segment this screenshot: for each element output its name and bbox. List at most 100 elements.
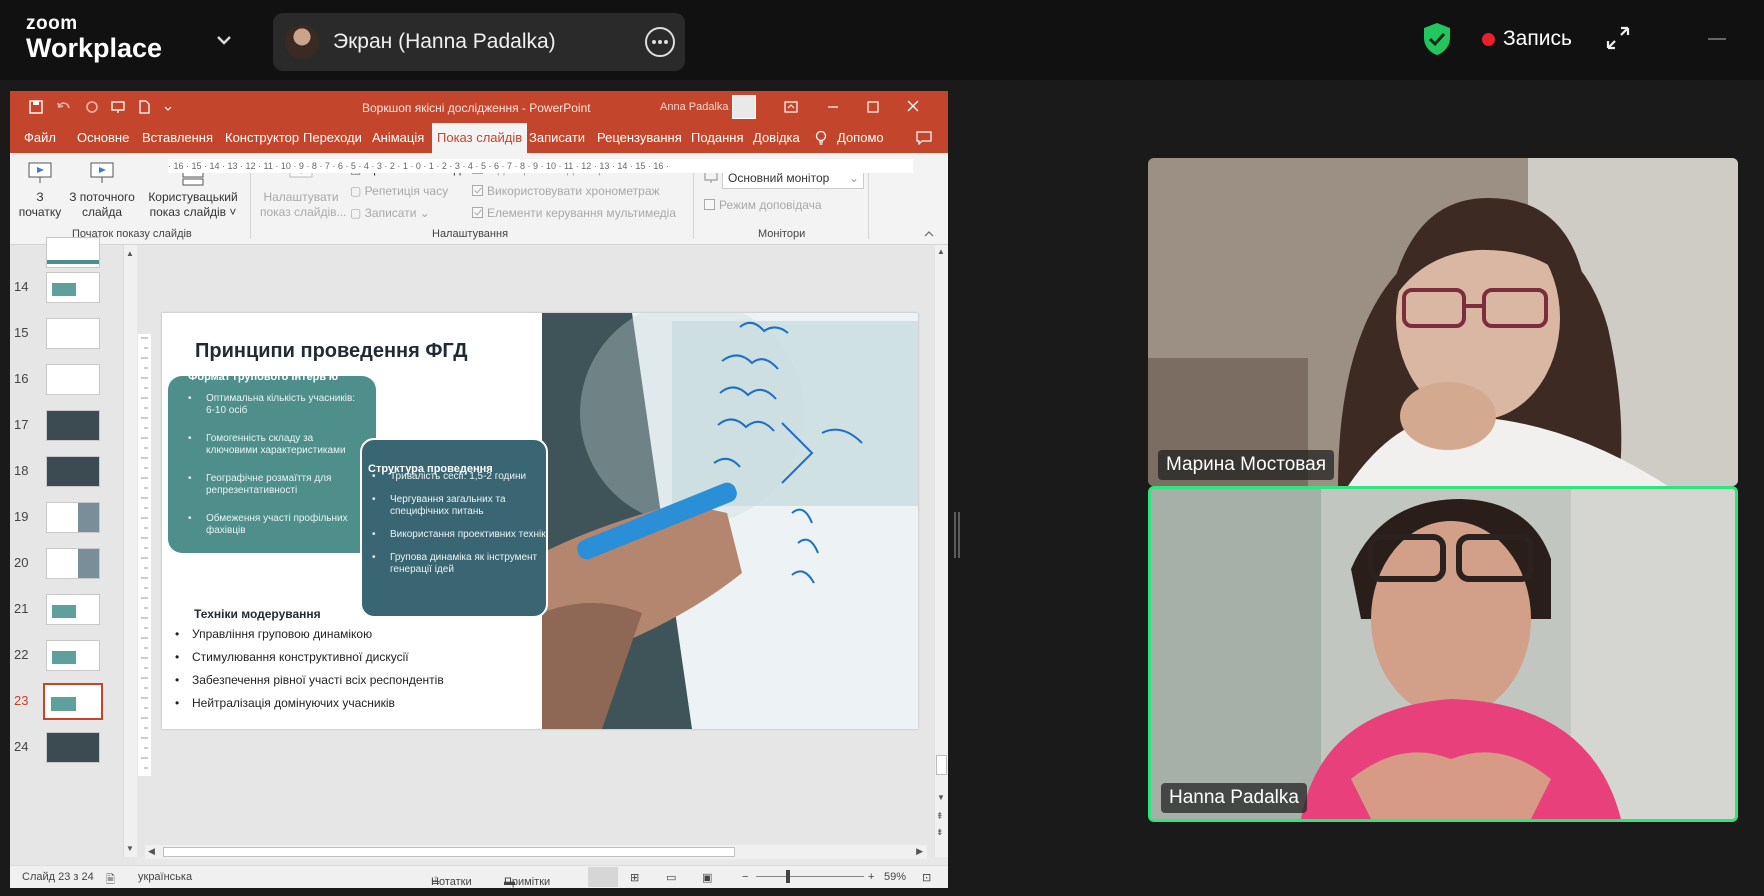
- minimize-icon[interactable]: [1708, 38, 1726, 40]
- window-maximize-icon[interactable]: [862, 97, 884, 117]
- zoom-level[interactable]: 59%: [884, 871, 906, 883]
- zoom-in-icon[interactable]: +: [868, 871, 874, 883]
- zoom-slider-handle[interactable]: [786, 870, 790, 883]
- document-title: Воркшоп якісні дослідження - PowerPoint: [362, 101, 591, 115]
- normal-view-icon[interactable]: [588, 867, 618, 887]
- customize-qat-icon[interactable]: [160, 99, 176, 115]
- editor-vertical-scrollbar[interactable]: ▲ ▼ ⇞ ⇟: [935, 245, 948, 857]
- presenter-view-checkbox[interactable]: Режим доповідача: [704, 197, 822, 213]
- slide-thumbnail-15[interactable]: [46, 318, 100, 349]
- tab-review[interactable]: Рецензування: [592, 123, 687, 153]
- ribbon-display-icon[interactable]: [780, 97, 802, 117]
- show-media-label: Елементи керування мультимедіа: [487, 206, 676, 220]
- use-timings-checkbox[interactable]: Використовувати хронометраж: [472, 183, 660, 199]
- tab-transitions[interactable]: Переходи: [298, 123, 367, 153]
- slide-thumbnail-23[interactable]: [43, 683, 103, 720]
- structure-list: Тривалість сесії: 1,5-2 години Чергуванн…: [368, 471, 548, 592]
- zoom-out-icon[interactable]: −: [742, 871, 748, 883]
- window-close-icon[interactable]: [902, 97, 924, 117]
- language-indicator[interactable]: українська: [138, 871, 192, 883]
- lightbulb-icon[interactable]: [814, 130, 828, 146]
- scroll-down-icon[interactable]: ▼: [126, 844, 134, 853]
- slide-thumbnail-18[interactable]: [46, 456, 100, 487]
- slide-thumbnail-24[interactable]: [46, 732, 100, 763]
- account-name[interactable]: Anna Padalka: [660, 101, 729, 113]
- thumbnail-scrollbar[interactable]: ▲ ▼: [123, 245, 137, 857]
- presenter-view-label: Режим доповідача: [719, 198, 822, 212]
- redo-icon[interactable]: [84, 99, 100, 115]
- slide-thumbnail-22[interactable]: [46, 640, 100, 671]
- slide-thumbnail-19[interactable]: [46, 502, 100, 533]
- slide-thumbnail-16[interactable]: [46, 364, 100, 395]
- active-speaker-video-tile[interactable]: Hanna Padalka: [1148, 486, 1738, 822]
- previous-slide-icon[interactable]: ⇞: [936, 811, 944, 822]
- recording-label[interactable]: Запись: [1503, 27, 1572, 51]
- slide-sorter-icon[interactable]: ⊞: [630, 871, 639, 884]
- fit-slide-icon[interactable]: ⊡: [922, 871, 931, 884]
- zoom-slider[interactable]: [756, 876, 864, 877]
- slide-thumbnail-14[interactable]: [46, 272, 100, 303]
- security-shield-icon[interactable]: [1422, 22, 1452, 56]
- tab-animations[interactable]: Анімація: [367, 123, 429, 153]
- zoom-logo: zoom Workplace: [26, 14, 162, 62]
- techniques-list: Управління груповою динамікою Стимулюван…: [172, 627, 444, 719]
- list-item: Гомогенність складу за ключовими характе…: [184, 433, 364, 457]
- scroll-right-icon[interactable]: ▶: [916, 846, 923, 857]
- present-icon[interactable]: [110, 99, 126, 115]
- next-slide-icon[interactable]: ⇟: [936, 827, 944, 838]
- zoom-logo-product: Workplace: [26, 33, 163, 63]
- new-file-icon[interactable]: [136, 99, 152, 115]
- tab-view[interactable]: Подання: [686, 123, 749, 153]
- from-beginning-button[interactable]: З початку: [14, 159, 66, 220]
- tab-slideshow[interactable]: Показ слайдів: [432, 123, 528, 153]
- whiteboard-photo: [542, 313, 918, 729]
- slide-thumbnail-17[interactable]: [46, 410, 100, 441]
- slide-title[interactable]: Принципи проведення ФГД: [195, 340, 468, 363]
- comments-icon[interactable]: [916, 131, 932, 145]
- slide-counter: Слайд 23 з 24: [22, 871, 94, 883]
- reading-view-icon[interactable]: ▭: [666, 871, 676, 884]
- chevron-down-icon[interactable]: [214, 30, 234, 50]
- editor-horizontal-scrollbar[interactable]: ◀ ▶: [145, 845, 927, 859]
- save-icon[interactable]: [28, 99, 44, 115]
- tab-help[interactable]: Довідка: [748, 123, 805, 153]
- tab-home[interactable]: Основне: [72, 123, 134, 153]
- current-slide[interactable]: Принципи проведення ФГД Формат групового…: [162, 313, 918, 729]
- account-avatar[interactable]: [732, 95, 756, 119]
- tab-file[interactable]: Файл: [19, 123, 61, 153]
- show-media-controls-checkbox[interactable]: Елементи керування мультимедіа: [472, 205, 676, 221]
- screen-share-indicator[interactable]: Экран (Hanna Padalka): [273, 13, 685, 71]
- undo-icon[interactable]: [56, 99, 72, 115]
- tab-tell-me[interactable]: Допомо: [832, 123, 889, 153]
- participant-video-tile[interactable]: Марина Мостовая: [1148, 158, 1738, 486]
- more-options-icon[interactable]: [645, 27, 675, 57]
- panel-splitter-handle[interactable]: [954, 512, 960, 558]
- tab-insert[interactable]: Вставлення: [137, 123, 218, 153]
- scroll-up-icon[interactable]: ▲: [126, 249, 134, 258]
- rehearse-icon: ▢: [350, 184, 365, 198]
- slide-number: 14: [14, 279, 29, 294]
- scroll-down-icon[interactable]: ▼: [937, 793, 945, 802]
- rehearse-timings-button[interactable]: ▢ Репетиція часу: [350, 183, 448, 199]
- scroll-up-icon[interactable]: ▲: [937, 247, 945, 256]
- record-button[interactable]: ▢ Записати ⌄: [350, 205, 430, 221]
- scroll-left-icon[interactable]: ◀: [148, 846, 155, 857]
- slide-thumbnail-13[interactable]: [46, 237, 100, 268]
- tab-record[interactable]: Записати: [524, 123, 590, 153]
- slide-thumbnail-20[interactable]: [46, 548, 100, 579]
- list-item: Групова динаміка як інструмент генерації…: [368, 552, 548, 576]
- window-minimize-icon[interactable]: [822, 97, 844, 117]
- slideshow-view-icon[interactable]: ▣: [702, 871, 712, 884]
- spellcheck-icon[interactable]: 🗎: [106, 871, 115, 890]
- format-box-title: Формат групового інтерв'ю: [188, 371, 339, 383]
- checkbox-checked-icon: [472, 207, 483, 218]
- slide-thumbnails-panel: 14 15 16 17 18 19 20 21 22 23 24: [10, 237, 135, 865]
- slide-number: 21: [14, 601, 29, 616]
- slide-thumbnail-21[interactable]: [46, 594, 100, 625]
- scroll-thumb[interactable]: [163, 847, 735, 857]
- collapse-ribbon-icon[interactable]: [924, 229, 934, 237]
- fullscreen-icon[interactable]: [1604, 24, 1632, 52]
- scroll-thumb[interactable]: [936, 755, 947, 775]
- tab-design[interactable]: Конструктор: [220, 123, 304, 153]
- from-current-button[interactable]: З поточного слайда: [64, 159, 140, 220]
